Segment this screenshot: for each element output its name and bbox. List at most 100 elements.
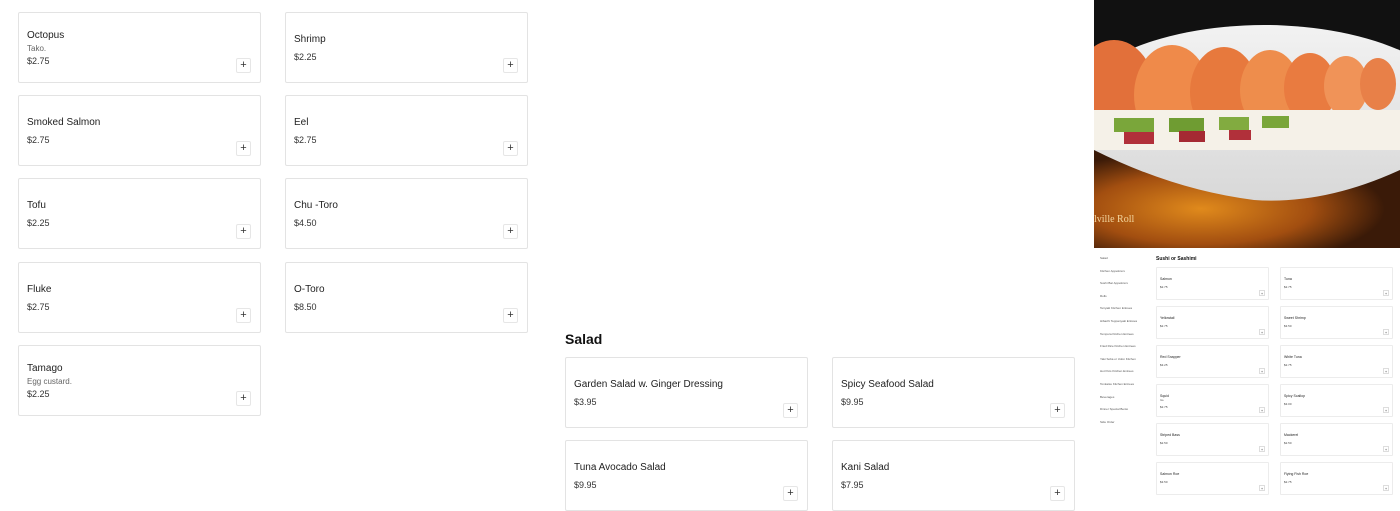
add-button[interactable]: + <box>1383 290 1389 296</box>
add-button[interactable]: + <box>1050 486 1065 501</box>
plus-icon: + <box>787 404 794 416</box>
nav-item-hibachi[interactable]: Hibachi Teppanyaki Entrées <box>1100 319 1152 332</box>
item-name: Mackerel <box>1284 433 1299 437</box>
plus-icon: + <box>787 487 794 499</box>
mini-card-flying-fish-roe[interactable]: Flying Fish Roe $2.75 + <box>1280 462 1393 495</box>
nav-item-tempura[interactable]: Tempura Kitchen Entrees <box>1100 332 1152 345</box>
add-button[interactable]: + <box>236 391 251 406</box>
add-button[interactable]: + <box>1383 407 1389 413</box>
nav-item-kitchen-appetizers[interactable]: Kitchen Appetizers <box>1100 269 1152 282</box>
item-name: Tamago <box>27 363 63 374</box>
nav-item-salad[interactable]: Salad <box>1100 256 1152 269</box>
add-button[interactable]: + <box>1259 290 1265 296</box>
nav-item-tonkatsu[interactable]: Tonkatsu Kitchen Entrees <box>1100 382 1152 395</box>
add-button[interactable]: + <box>503 58 518 73</box>
add-button[interactable]: + <box>1259 446 1265 452</box>
add-button[interactable]: + <box>503 141 518 156</box>
item-name: O-Toro <box>294 284 325 295</box>
menu-card-eel[interactable]: Eel $2.75 + <box>285 95 528 166</box>
menu-card-smoked-salmon[interactable]: Smoked Salmon $2.75 + <box>18 95 261 166</box>
plus-icon: + <box>1054 404 1061 416</box>
menu-card-o-toro[interactable]: O-Toro $8.50 + <box>285 262 528 333</box>
nav-item-teriyaki[interactable]: Teriyaki Kitchen Entrees <box>1100 306 1152 319</box>
item-price: $2.50 <box>1284 441 1292 445</box>
menu-card-tamago[interactable]: Tamago Egg custard. $2.25 + <box>18 345 261 416</box>
nav-item-fried-rice[interactable]: Fried Rice Kitchen Entrees <box>1100 344 1152 357</box>
nav-item-side-order[interactable]: Side Order <box>1100 420 1152 433</box>
nav-item-beverages[interactable]: Beverages <box>1100 395 1152 408</box>
add-button[interactable]: + <box>1383 446 1389 452</box>
section-title-salad: Salad <box>565 331 603 347</box>
add-button[interactable]: + <box>236 58 251 73</box>
nav-item-sushi-bar-appetizers[interactable]: Sushi Bar Appetizers <box>1100 281 1152 294</box>
mini-card-spicy-scallop[interactable]: Spicy Scallop $3.00 + <box>1280 384 1393 417</box>
plus-icon: + <box>507 59 514 71</box>
menu-card-shrimp[interactable]: Shrimp $2.25 + <box>285 12 528 83</box>
add-button[interactable]: + <box>1383 329 1389 335</box>
mini-card-tuna[interactable]: Tuna $2.75 + <box>1280 267 1393 300</box>
item-price: $2.25 <box>27 218 50 228</box>
plus-icon: + <box>240 309 247 321</box>
nav-item-dinner-bento[interactable]: Dinner Special Bento <box>1100 407 1152 420</box>
item-name: Striped Bass <box>1160 433 1180 437</box>
mini-card-striped-bass[interactable]: Striped Bass $2.50 + <box>1156 423 1269 456</box>
menu-card-octopus[interactable]: Octopus Tako. $2.75 + <box>18 12 261 83</box>
menu-card-spicy-seafood-salad[interactable]: Spicy Seafood Salad $9.95 + <box>832 357 1075 428</box>
add-button[interactable]: + <box>783 486 798 501</box>
item-description: Ika. <box>1160 399 1165 402</box>
plus-icon: + <box>507 142 514 154</box>
item-name: Shrimp <box>294 34 326 45</box>
mini-card-yellowtail[interactable]: Yellowtail $2.75 + <box>1156 306 1269 339</box>
plus-icon: + <box>240 142 247 154</box>
add-button[interactable]: + <box>236 141 251 156</box>
item-price: $2.75 <box>1284 480 1292 484</box>
item-price: $2.75 <box>27 135 50 145</box>
add-button[interactable]: + <box>236 224 251 239</box>
item-name: Garden Salad w. Ginger Dressing <box>574 379 723 390</box>
item-name: Eel <box>294 117 309 128</box>
item-price: $2.50 <box>1160 441 1168 445</box>
add-button[interactable]: + <box>503 308 518 323</box>
item-name: Salmon Roe <box>1160 472 1180 476</box>
add-button[interactable]: + <box>503 224 518 239</box>
mini-category-nav: Salad Kitchen Appetizers Sushi Bar Appet… <box>1100 256 1152 432</box>
item-price: $3.95 <box>574 397 597 407</box>
add-button[interactable]: + <box>1259 368 1265 374</box>
mini-card-white-tuna[interactable]: White Tuna $2.75 + <box>1280 345 1393 378</box>
add-button[interactable]: + <box>1259 485 1265 491</box>
mini-card-salmon[interactable]: Salmon $2.75 + <box>1156 267 1269 300</box>
menu-card-kani-salad[interactable]: Kani Salad $7.95 + <box>832 440 1075 511</box>
item-name: Sweet Shrimp <box>1284 316 1306 320</box>
nav-item-yaki-soba[interactable]: Yaki Soba or Udon Kitchen <box>1100 357 1152 370</box>
menu-card-tofu[interactable]: Tofu $2.25 + <box>18 178 261 249</box>
add-button[interactable]: + <box>1259 329 1265 335</box>
menu-card-garden-salad[interactable]: Garden Salad w. Ginger Dressing $3.95 + <box>565 357 808 428</box>
mini-card-red-snapper[interactable]: Red Snapper $3.25 + <box>1156 345 1269 378</box>
add-button[interactable]: + <box>1383 485 1389 491</box>
item-price: $2.25 <box>27 389 50 399</box>
item-name: White Tuna <box>1284 355 1302 359</box>
add-button[interactable]: + <box>1050 403 1065 418</box>
menu-card-tuna-avocado-salad[interactable]: Tuna Avocado Salad $9.95 + <box>565 440 808 511</box>
nav-item-rolls[interactable]: Rolls <box>1100 294 1152 307</box>
mini-card-mackerel[interactable]: Mackerel $2.50 + <box>1280 423 1393 456</box>
nav-item-hot-pots[interactable]: Hot Pots Kitchen Entrees <box>1100 369 1152 382</box>
mini-card-squid[interactable]: Squid Ika. $2.75 + <box>1156 384 1269 417</box>
sushi-roll-illustration <box>1094 0 1400 248</box>
add-button[interactable]: + <box>1383 368 1389 374</box>
menu-card-fluke[interactable]: Fluke $2.75 + <box>18 262 261 333</box>
add-button[interactable]: + <box>783 403 798 418</box>
item-name: Tuna Avocado Salad <box>574 462 666 473</box>
item-price: $2.75 <box>1160 324 1168 328</box>
item-price: $3.00 <box>1284 402 1292 406</box>
mini-card-sweet-shrimp[interactable]: Sweet Shrimp $3.50 + <box>1280 306 1393 339</box>
mini-card-salmon-roe[interactable]: Salmon Roe $3.50 + <box>1156 462 1269 495</box>
add-button[interactable]: + <box>236 308 251 323</box>
sushi-roll-photo: lville Roll <box>1094 0 1400 248</box>
plus-icon: + <box>1054 487 1061 499</box>
item-description: Egg custard. <box>27 377 72 386</box>
menu-card-chu-toro[interactable]: Chu -Toro $4.50 + <box>285 178 528 249</box>
item-name: Chu -Toro <box>294 200 338 211</box>
item-name: Tuna <box>1284 277 1292 281</box>
add-button[interactable]: + <box>1259 407 1265 413</box>
